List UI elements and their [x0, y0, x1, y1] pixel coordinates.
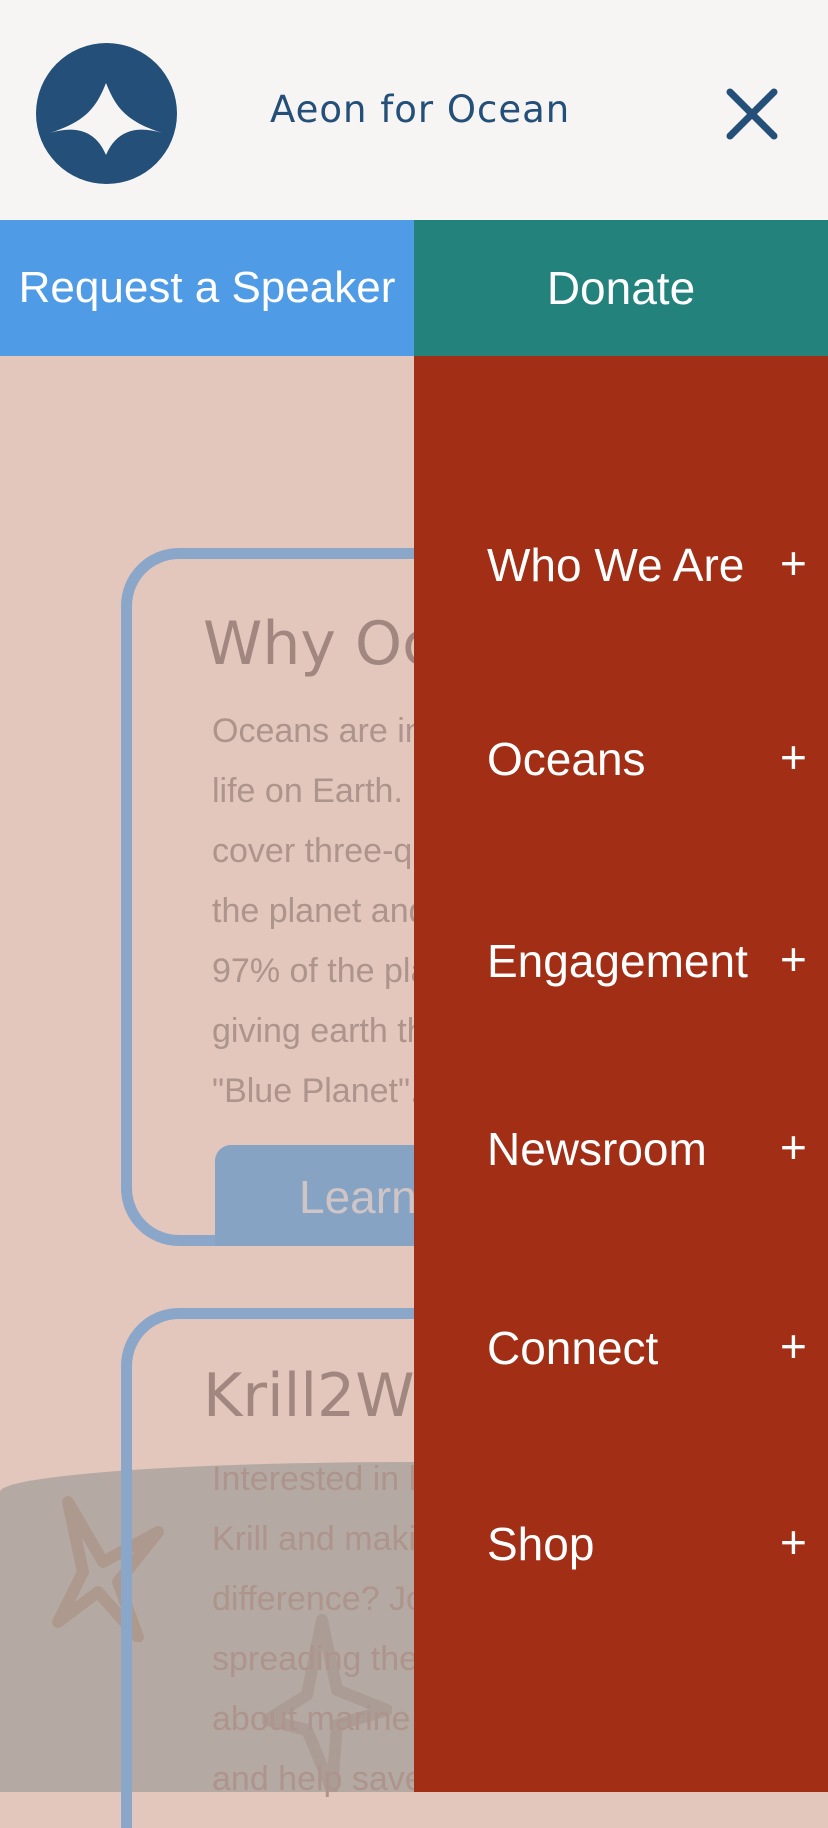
expand-plus-icon[interactable]: +	[780, 1319, 807, 1373]
menu-item-label: Engagement	[487, 935, 748, 987]
site-title[interactable]: Aeon for Ocean	[270, 88, 570, 131]
donate-button[interactable]: Donate	[414, 220, 828, 356]
menu-item-label: Shop	[487, 1518, 595, 1570]
request-speaker-button[interactable]: Request a Speaker	[0, 220, 414, 356]
menu-item-shop[interactable]: Shop +	[414, 1493, 828, 1593]
card-title: Krill2W	[203, 1361, 415, 1431]
menu-item-newsroom[interactable]: Newsroom +	[414, 1098, 828, 1198]
expand-plus-icon[interactable]: +	[780, 1120, 807, 1174]
menu-item-label: Who We Are	[487, 539, 745, 591]
menu-item-label: Oceans	[487, 733, 646, 785]
menu-item-connect[interactable]: Connect +	[414, 1297, 828, 1397]
expand-plus-icon[interactable]: +	[780, 932, 807, 986]
expand-plus-icon[interactable]: +	[780, 1515, 807, 1569]
menu-item-engagement[interactable]: Engagement +	[414, 910, 828, 1010]
card-title: Why Oc	[203, 609, 436, 679]
menu-item-oceans[interactable]: Oceans +	[414, 708, 828, 808]
menu-item-label: Newsroom	[487, 1123, 707, 1175]
nav-drawer: Who We Are + Oceans + Engagement + Newsr…	[414, 356, 828, 1792]
menu-item-label: Connect	[487, 1322, 659, 1374]
expand-plus-icon[interactable]: +	[780, 536, 807, 590]
site-header: Aeon for Ocean	[0, 0, 828, 220]
close-icon[interactable]	[722, 84, 782, 144]
whale-tail-logo-icon[interactable]	[36, 43, 177, 184]
menu-item-who-we-are[interactable]: Who We Are +	[414, 514, 828, 614]
expand-plus-icon[interactable]: +	[780, 730, 807, 784]
learn-more-label: Learn	[299, 1171, 417, 1223]
